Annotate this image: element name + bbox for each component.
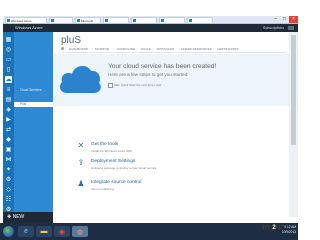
- scroll-thumb[interactable]: [291, 35, 296, 145]
- favicon-icon: [189, 19, 192, 22]
- command-bar: ✚ NEW: [3, 212, 53, 223]
- ie-icon[interactable]: e: [18, 226, 34, 237]
- service-bus-icon[interactable]: ⇄: [5, 126, 12, 133]
- storage-icon[interactable]: ▤: [5, 96, 12, 103]
- tab-dashboard[interactable]: DASHBOARD: [69, 47, 88, 51]
- favicon-icon: [161, 19, 164, 22]
- new-button[interactable]: ✚ NEW: [7, 214, 24, 221]
- portal-header: Windows Azure Subscriptions: [3, 24, 298, 32]
- browser-tab-strip: Windows Azure Microsoft – □ ×: [3, 16, 298, 24]
- grid-icon[interactable]: ▦: [5, 36, 12, 43]
- close-icon[interactable]: ×: [289, 16, 298, 23]
- subscriptions-link[interactable]: Subscriptions: [263, 25, 284, 31]
- browser-taskbar-icon[interactable]: ◍: [72, 226, 88, 237]
- tab-instances[interactable]: INSTANCES: [157, 47, 174, 51]
- folder-icon[interactable]: ▬: [36, 226, 52, 237]
- list-item[interactable]: ✕ Get the tools Install the Windows Azur…: [53, 142, 298, 154]
- cloud-services-nav: Cloud Services Plus: [14, 32, 53, 223]
- favicon-icon: [7, 19, 10, 22]
- browser-tab[interactable]: [131, 17, 157, 23]
- page-tabs: DASHBOARD MONITOR CONFIGURE SCALE INSTAN…: [61, 47, 286, 51]
- browser-tab[interactable]: Microsoft: [75, 17, 101, 23]
- browser-tab[interactable]: [187, 17, 213, 23]
- favicon-icon: [51, 19, 54, 22]
- minimize-icon[interactable]: –: [271, 16, 280, 23]
- favicon-icon: [105, 19, 108, 22]
- banner-subtitle: Here are a few steps to get you started:: [108, 72, 189, 77]
- tools-icon: ✕: [77, 141, 85, 150]
- action-description: Install the Windows Azure SDK: [91, 149, 133, 153]
- sidebar-item-selected[interactable]: Plus: [14, 102, 53, 107]
- portal-logo[interactable]: Windows Azure: [15, 25, 43, 31]
- divider: [61, 52, 286, 53]
- tab-certificates[interactable]: CERTIFICATES: [217, 47, 238, 51]
- browser-tab[interactable]: [103, 17, 129, 23]
- upload-icon: ⇪: [77, 158, 85, 167]
- skip-quickstart-checkbox[interactable]: [108, 83, 113, 88]
- browser-tab-active[interactable]: Windows Azure: [5, 17, 47, 23]
- quickstart-banner: Your cloud service has been created! Her…: [53, 54, 298, 106]
- visual-studio-icon[interactable]: ◆: [5, 136, 12, 143]
- page-title: pluS: [61, 35, 82, 46]
- avatar[interactable]: [288, 26, 294, 30]
- sidebar-item-cloud-services[interactable]: Cloud Services: [20, 88, 41, 92]
- browser-tab[interactable]: [159, 17, 185, 23]
- monitor-icon[interactable]: ▭: [5, 56, 12, 63]
- app-icon[interactable]: ◉: [54, 226, 70, 237]
- hdinsight-icon[interactable]: ◈: [5, 106, 12, 113]
- media-icon[interactable]: ▶: [5, 116, 12, 123]
- list-item[interactable]: ⇪ Deployment Settings Upload a package t…: [53, 159, 298, 171]
- browser-window: Windows Azure Microsoft – □ × Windows Az…: [3, 16, 298, 223]
- network-icon[interactable]: ⋈: [5, 156, 12, 163]
- store-icon[interactable]: ☷: [5, 196, 12, 203]
- action-title[interactable]: Deployment Settings: [91, 159, 135, 164]
- skip-quickstart-label: Skip Quick Start the next time I visit: [114, 83, 162, 87]
- tab-configure[interactable]: CONFIGURE: [117, 47, 135, 51]
- cloud-services-icon[interactable]: ☁: [5, 76, 12, 83]
- tab-monitor[interactable]: MONITOR: [95, 47, 109, 51]
- start-button[interactable]: [3, 226, 14, 237]
- database-icon[interactable]: ≡: [5, 86, 12, 93]
- action-title[interactable]: Get the tools: [91, 142, 118, 147]
- cloud-icon: [59, 65, 101, 93]
- windows-taskbar: e ▬ ◉ ◍ 9:12 AM 10/9/2013: [0, 223, 298, 240]
- favicon-icon: [133, 19, 136, 22]
- mobile-icon[interactable]: ▯: [5, 66, 12, 73]
- person-icon: ♟: [77, 179, 85, 188]
- globe-icon[interactable]: ◎: [5, 46, 12, 53]
- action-title[interactable]: Integrate source control: [91, 180, 141, 185]
- tab-linked-resources[interactable]: LINKED RESOURCES: [181, 47, 212, 51]
- service-icon-bar: ▦ ◎ ▭ ▯ ☁ ≡ ▤ ◈ ▶ ⇄ ◆ ▣ ⋈ ✦ ⚙ ◇ ☷ ⚙: [3, 32, 14, 223]
- in2it-logo: in 2 it: [262, 222, 284, 232]
- browser-tab[interactable]: [49, 17, 73, 23]
- vertical-scrollbar[interactable]: [289, 32, 298, 217]
- action-description: Upload a package to deploy to your cloud…: [91, 166, 157, 170]
- list-item[interactable]: ♟ Integrate source control Set up publis…: [53, 180, 298, 192]
- action-description: Set up publishing: [91, 187, 115, 191]
- maximize-icon[interactable]: □: [280, 16, 289, 23]
- cache-icon[interactable]: ▣: [5, 146, 12, 153]
- favicon-icon: [77, 19, 80, 22]
- management-icon[interactable]: ⚙: [5, 176, 12, 183]
- main-content: pluS DASHBOARD MONITOR CONFIGURE SCALE I…: [53, 32, 298, 223]
- traffic-manager-icon[interactable]: ✦: [5, 166, 12, 173]
- banner-headline: Your cloud service has been created!: [108, 63, 217, 70]
- active-directory-icon[interactable]: ◇: [5, 186, 12, 193]
- tab-scale[interactable]: SCALE: [141, 47, 151, 51]
- quickstart-icon[interactable]: [61, 47, 64, 50]
